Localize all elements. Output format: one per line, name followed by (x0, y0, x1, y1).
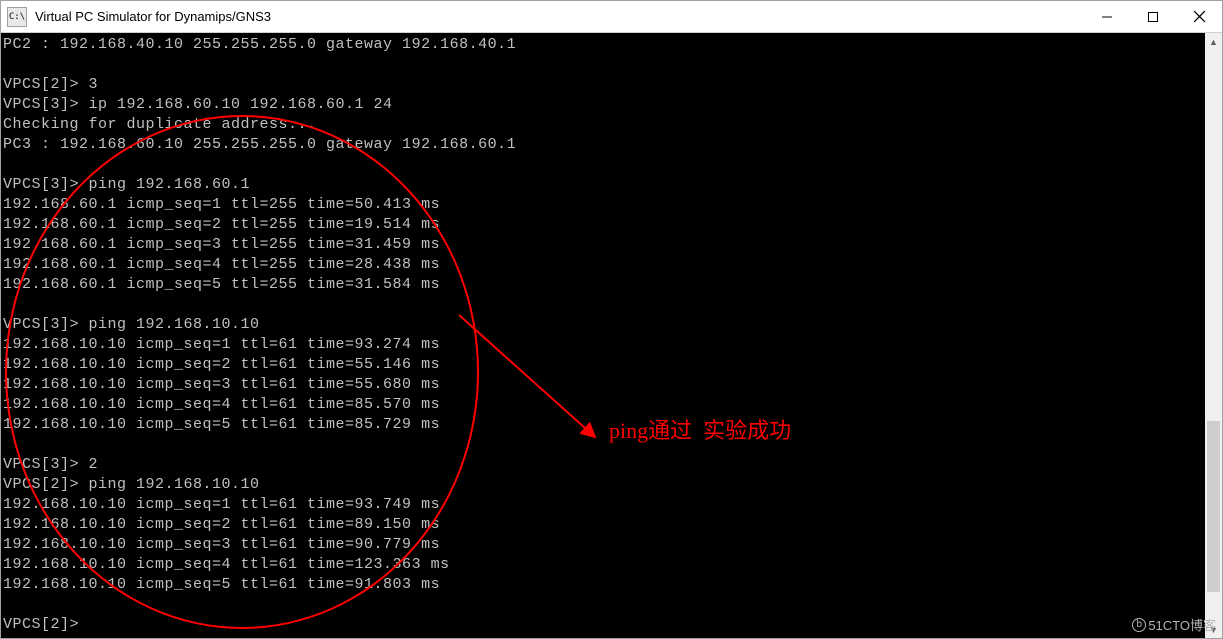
titlebar[interactable]: C:\ Virtual PC Simulator for Dynamips/GN… (1, 1, 1222, 33)
minimize-icon (1101, 11, 1113, 23)
vertical-scrollbar[interactable]: ▲ ▼ (1205, 33, 1222, 638)
terminal-output[interactable]: PC2 : 192.168.40.10 255.255.255.0 gatewa… (1, 33, 1205, 638)
minimize-button[interactable] (1084, 1, 1130, 32)
close-icon (1193, 10, 1206, 23)
scrollbar-thumb[interactable] (1207, 421, 1220, 592)
maximize-button[interactable] (1130, 1, 1176, 32)
chevron-down-icon: ▼ (1209, 625, 1218, 635)
chevron-up-icon: ▲ (1209, 37, 1218, 47)
window-title: Virtual PC Simulator for Dynamips/GNS3 (35, 9, 1084, 24)
scroll-down-button[interactable]: ▼ (1205, 621, 1222, 638)
scrollbar-track[interactable] (1205, 50, 1222, 621)
maximize-icon (1147, 11, 1159, 23)
app-icon: C:\ (7, 7, 27, 27)
close-button[interactable] (1176, 1, 1222, 32)
client-area: PC2 : 192.168.40.10 255.255.255.0 gatewa… (1, 33, 1222, 638)
app-window: C:\ Virtual PC Simulator for Dynamips/GN… (0, 0, 1223, 639)
window-controls (1084, 1, 1222, 32)
scroll-up-button[interactable]: ▲ (1205, 33, 1222, 50)
